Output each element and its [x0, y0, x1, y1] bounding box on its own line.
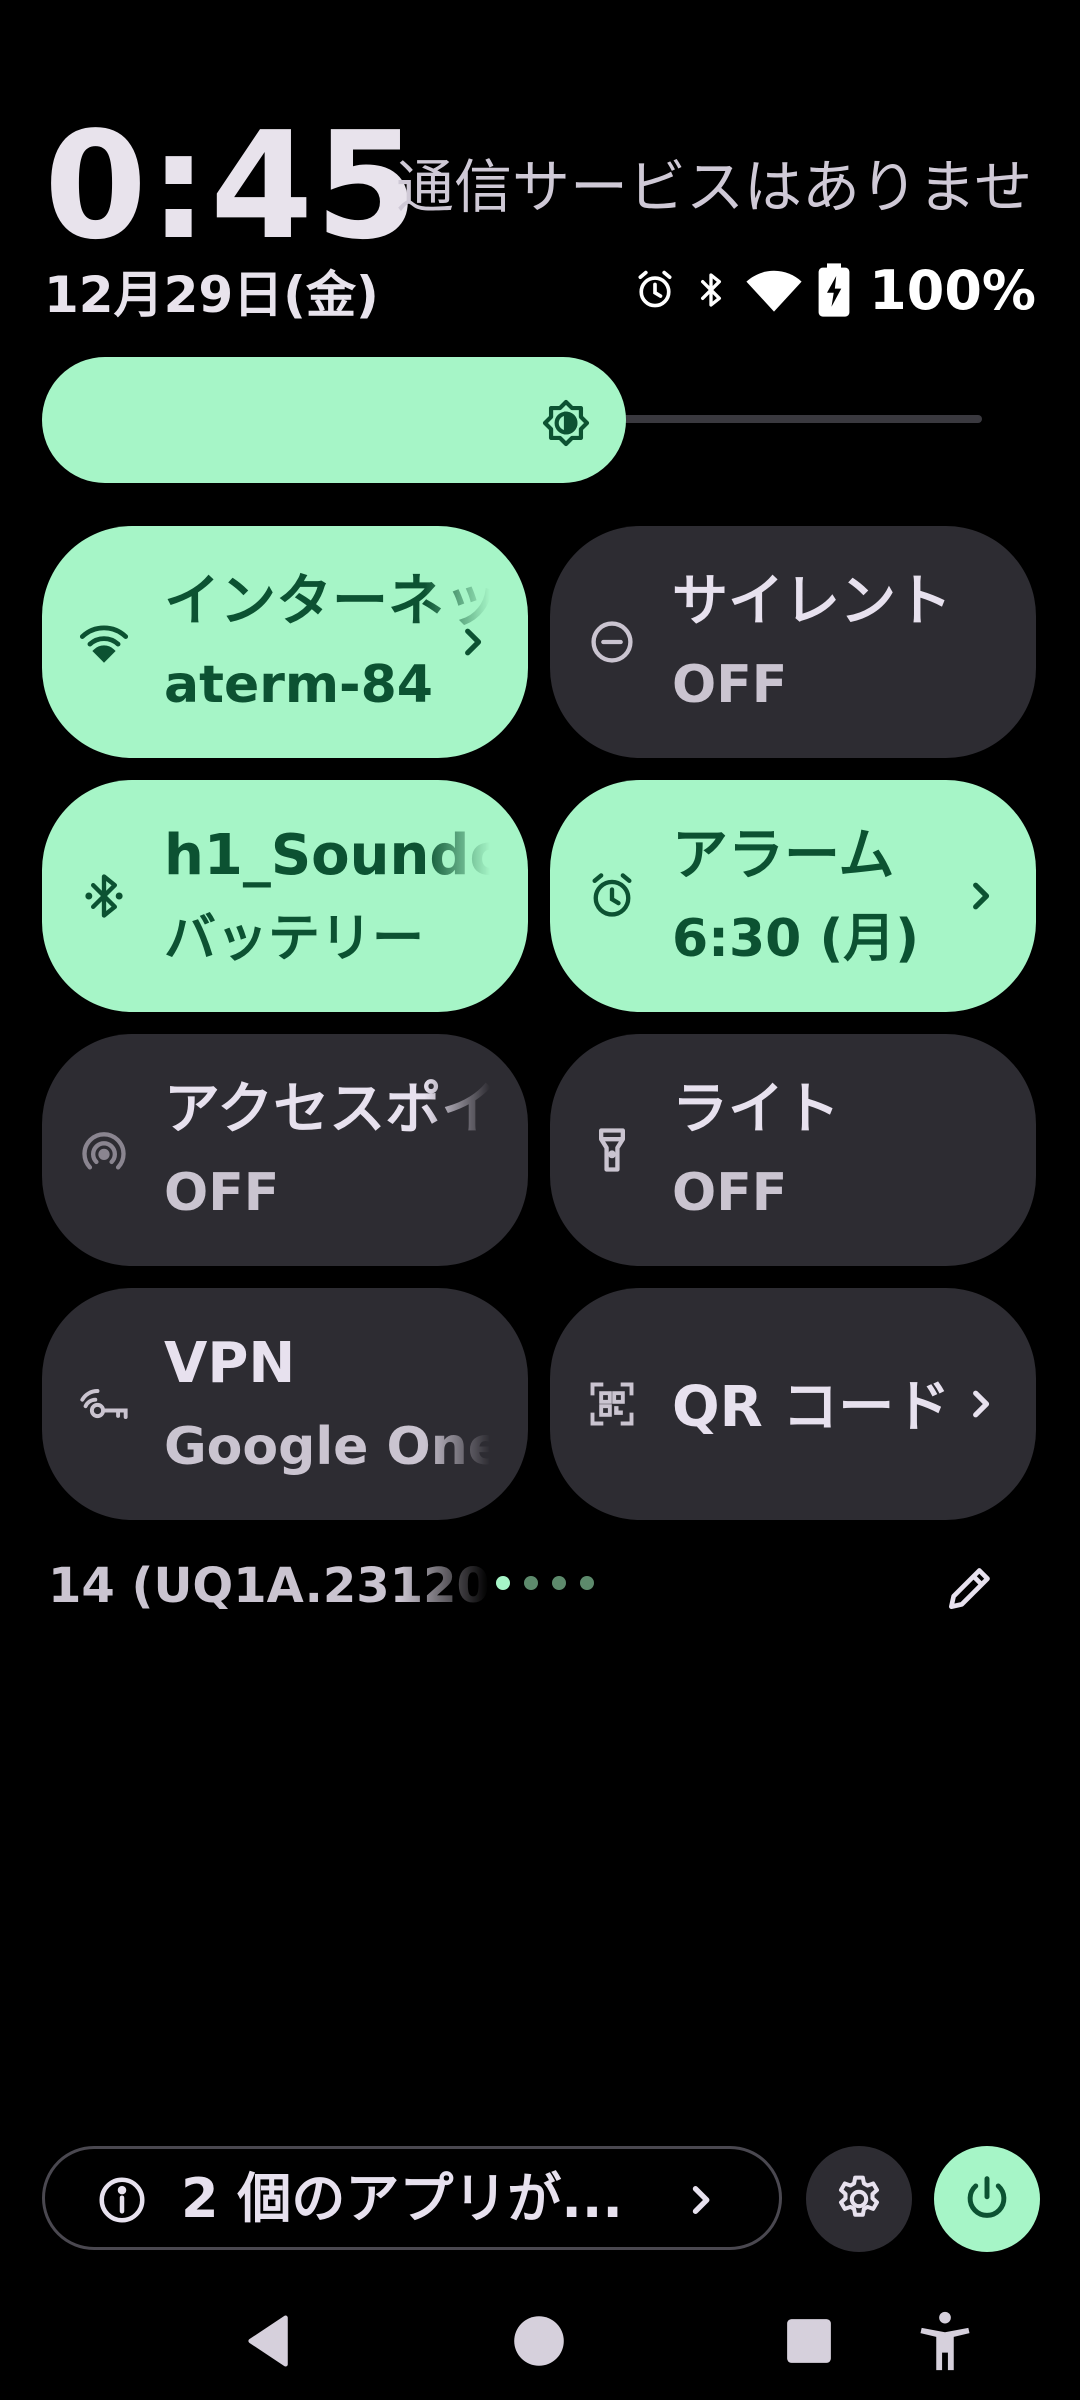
- tile-silent-title: サイレント: [672, 569, 952, 634]
- tile-internet-subtitle: aterm-84: [164, 655, 433, 715]
- bluetooth-icon: [85, 874, 123, 918]
- tile-vpn[interactable]: VPN Google One: [42, 1288, 528, 1520]
- date-label[interactable]: 12月29日(金): [44, 270, 379, 320]
- accessibility-icon[interactable]: [910, 2306, 980, 2376]
- tile-alarm-subtitle: 6:30 (月): [672, 909, 919, 969]
- power-button[interactable]: [934, 2146, 1040, 2252]
- tile-internet-title: インターネット: [164, 569, 490, 634]
- tile-silent[interactable]: サイレント OFF: [550, 526, 1036, 758]
- tile-bluetooth[interactable]: h1_Soundcore バッテリー: [42, 780, 528, 1012]
- settings-button[interactable]: [806, 2146, 912, 2252]
- tile-hotspot-subtitle: OFF: [164, 1163, 280, 1223]
- back-icon[interactable]: [236, 2306, 306, 2376]
- tile-bluetooth-subtitle: バッテリー: [164, 909, 425, 969]
- recents-icon[interactable]: [774, 2306, 844, 2376]
- status-icons: 100%: [633, 258, 1036, 322]
- tile-silent-subtitle: OFF: [672, 655, 788, 715]
- hotspot-icon: [82, 1132, 126, 1170]
- chevron-right-icon: [973, 1390, 990, 1418]
- carrier-label: 通信サービスはありませ: [396, 158, 1033, 216]
- tile-vpn-title: VPN: [164, 1331, 296, 1396]
- home-icon[interactable]: [504, 2306, 574, 2376]
- edit-pencil-icon[interactable]: [942, 1560, 998, 1616]
- tile-hotspot[interactable]: アクセスポイント OFF: [42, 1034, 528, 1266]
- chevron-right-icon: [692, 2186, 710, 2214]
- tile-flashlight-subtitle: OFF: [672, 1163, 788, 1223]
- wifi-icon: [79, 625, 129, 663]
- qr-scanner-icon: [590, 1382, 634, 1426]
- page-dot: [552, 1576, 566, 1590]
- power-icon: [967, 2176, 1007, 2218]
- alarm-icon: [592, 873, 632, 917]
- tile-flashlight-title: ライト: [672, 1077, 840, 1142]
- brightness-icon: [542, 399, 590, 447]
- flashlight-icon: [599, 1128, 625, 1172]
- chevron-right-icon: [465, 628, 482, 656]
- tile-vpn-subtitle: Google One: [164, 1417, 490, 1477]
- build-number[interactable]: 14 (UQ1A.231205: [48, 1558, 488, 1616]
- battery-charging-icon: [818, 263, 850, 317]
- alarm-icon: [638, 270, 672, 308]
- tile-flashlight[interactable]: ライト OFF: [550, 1034, 1036, 1266]
- tile-hotspot-title: アクセスポイント: [164, 1077, 490, 1142]
- clock[interactable]: 0:45: [44, 112, 420, 260]
- gear-icon: [838, 2175, 880, 2217]
- page-dot: [496, 1576, 510, 1590]
- chevron-right-icon: [973, 882, 990, 910]
- wifi-icon: [746, 270, 802, 312]
- tile-alarm[interactable]: アラーム 6:30 (月): [550, 780, 1036, 1012]
- vpn-key-icon: [80, 1389, 128, 1419]
- page-dot: [580, 1576, 594, 1590]
- info-icon: [99, 2177, 145, 2223]
- page-dot: [524, 1576, 538, 1590]
- security-footer-text: 2 個のアプリが...: [181, 2167, 623, 2230]
- bluetooth-icon: [701, 273, 722, 307]
- tile-internet[interactable]: インターネット aterm-84: [42, 526, 528, 758]
- battery-percent: 100%: [869, 258, 1036, 322]
- dnd-icon: [591, 621, 633, 663]
- security-footer-button[interactable]: 2 個のアプリが...: [42, 2146, 782, 2250]
- page-indicator: [496, 1576, 594, 1590]
- tile-qr[interactable]: QR コード: [550, 1288, 1036, 1520]
- tile-alarm-title: アラーム: [672, 823, 895, 888]
- tile-bluetooth-title: h1_Soundcore: [164, 823, 490, 888]
- tile-qr-title: QR コード: [672, 1375, 951, 1440]
